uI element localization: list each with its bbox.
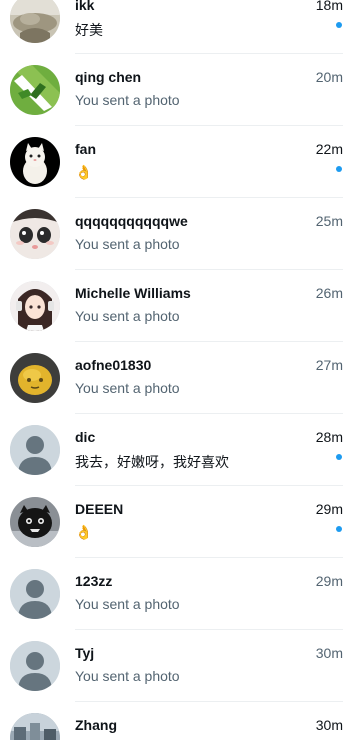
message-preview: You sent a photo	[75, 596, 180, 612]
conversation-row-ikk[interactable]: ikk 18m 好美	[0, 0, 353, 54]
conversation-list: ikk 18m 好美 qing chen 20m You sent a phot…	[0, 0, 353, 740]
conversation-row-dic[interactable]: dic 28m 我去，好嫩呀，我好喜欢	[0, 414, 353, 486]
unread-dot-icon	[336, 166, 342, 172]
contact-name: aofne01830	[75, 357, 152, 373]
green-logo-avatar	[10, 65, 60, 115]
contact-name: qing chen	[75, 69, 142, 85]
message-time: 18m	[315, 0, 343, 13]
street-photo-avatar	[10, 713, 60, 740]
black-creature-avatar	[10, 497, 60, 547]
contact-name: fan	[75, 141, 96, 157]
contact-name: Michelle Williams	[75, 285, 191, 301]
conversation-row-michelle-williams[interactable]: Michelle Williams 26m You sent a photo	[0, 270, 353, 342]
message-time: 29m	[315, 501, 343, 517]
conversation-row-zhang[interactable]: Zhang 30m	[0, 702, 353, 740]
message-time: 30m	[315, 645, 343, 661]
conversation-row-qing-chen[interactable]: qing chen 20m You sent a photo	[0, 54, 353, 126]
message-time: 20m	[315, 69, 343, 85]
yellow-blob-avatar	[10, 353, 60, 403]
message-time: 27m	[315, 357, 343, 373]
message-preview: 👌	[75, 524, 93, 540]
message-time: 29m	[315, 573, 343, 589]
cartoon-face-avatar	[10, 209, 60, 259]
contact-name: dic	[75, 429, 96, 445]
unread-dot-icon	[336, 22, 342, 28]
conversation-row-123zz[interactable]: 123zz 29m You sent a photo	[0, 558, 353, 630]
anime-girl-avatar	[10, 281, 60, 331]
conversation-row-deeen[interactable]: DEEEN 29m 👌	[0, 486, 353, 558]
message-preview: 我去，好嫩呀，我好喜欢	[75, 454, 229, 470]
contact-name: 123zz	[75, 573, 113, 589]
default-person-avatar	[10, 641, 60, 691]
conversation-row-aofne01830[interactable]: aofne01830 27m You sent a photo	[0, 342, 353, 414]
conversation-row-fan[interactable]: fan 22m 👌	[0, 126, 353, 198]
message-preview: 好美	[75, 22, 103, 38]
conversation-row-qqqqqqqqqqqwe[interactable]: qqqqqqqqqqqwe 25m You sent a photo	[0, 198, 353, 270]
message-preview: You sent a photo	[75, 380, 180, 396]
message-time: 25m	[315, 213, 343, 229]
contact-name: qqqqqqqqqqqwe	[75, 213, 188, 229]
landscape-photo-avatar	[10, 0, 60, 43]
message-preview: 👌	[75, 164, 93, 180]
contact-name: ikk	[75, 0, 95, 13]
white-cat-avatar	[10, 137, 60, 187]
message-time: 30m	[315, 717, 343, 733]
message-preview: You sent a photo	[75, 236, 180, 252]
message-time: 26m	[315, 285, 343, 301]
contact-name: Zhang	[75, 717, 117, 733]
unread-dot-icon	[336, 454, 342, 460]
message-preview: You sent a photo	[75, 308, 180, 324]
contact-name: DEEEN	[75, 501, 124, 517]
default-person-avatar	[10, 425, 60, 475]
default-person-avatar	[10, 569, 60, 619]
message-preview: You sent a photo	[75, 668, 180, 684]
contact-name: Tyj	[75, 645, 95, 661]
message-time: 28m	[315, 429, 343, 445]
unread-dot-icon	[336, 526, 342, 532]
message-time: 22m	[315, 141, 343, 157]
conversation-row-tyj[interactable]: Tyj 30m You sent a photo	[0, 630, 353, 702]
message-preview: You sent a photo	[75, 92, 180, 108]
